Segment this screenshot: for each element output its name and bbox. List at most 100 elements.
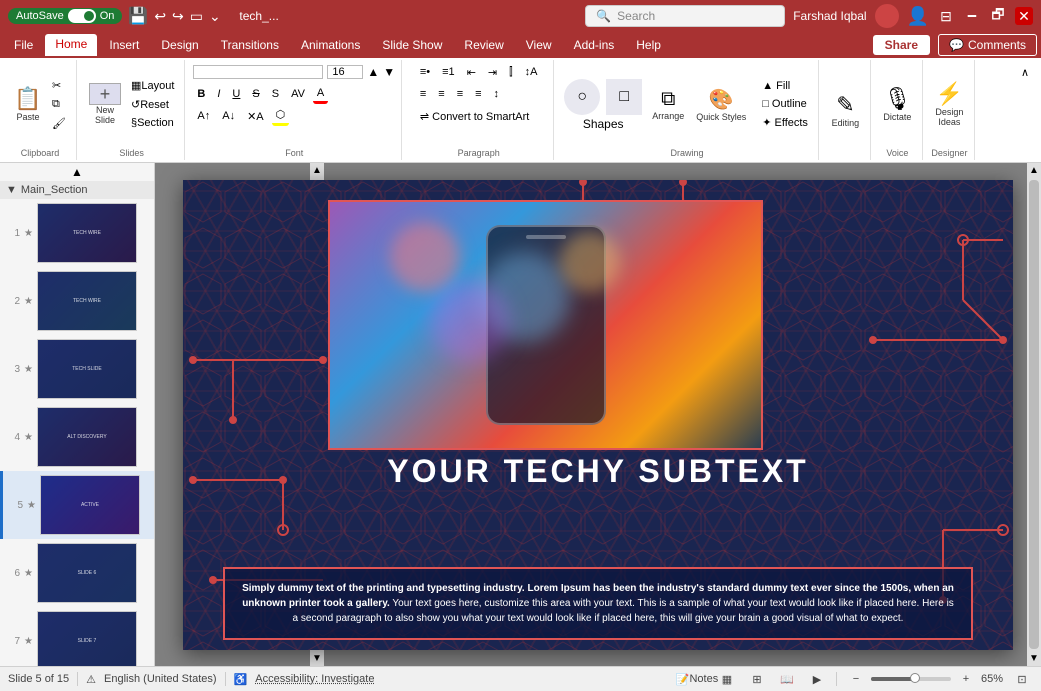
zoom-level[interactable]: 65%: [981, 673, 1003, 685]
notes-button[interactable]: 📝 Notes: [686, 668, 708, 690]
menu-transitions[interactable]: Transitions: [211, 35, 289, 55]
decrease-size-button[interactable]: A↓: [218, 108, 239, 124]
dictate-button[interactable]: 🎙 Dictate: [879, 84, 915, 124]
right-scroll-thumb[interactable]: [1029, 180, 1039, 649]
font-size-input[interactable]: [327, 65, 363, 79]
present-icon[interactable]: ▭: [190, 8, 203, 25]
shape-rect-button[interactable]: □: [606, 79, 642, 115]
fit-slide-button[interactable]: ⊡: [1011, 668, 1033, 690]
ribbon-toggle-button[interactable]: ⊟: [937, 7, 955, 25]
menu-insert[interactable]: Insert: [99, 35, 149, 55]
cut-button[interactable]: ✂: [48, 77, 70, 94]
shape-outline-button[interactable]: □ Outline: [758, 96, 812, 112]
increase-size-button[interactable]: A↑: [193, 108, 214, 124]
right-scroll[interactable]: ▲ ▼: [1027, 163, 1041, 666]
zoom-in-button[interactable]: +: [955, 668, 977, 690]
layout-button[interactable]: ▦ Layout: [127, 77, 178, 94]
save-icon[interactable]: 💾: [128, 6, 148, 26]
bold-button[interactable]: B: [193, 86, 209, 102]
restore-button[interactable]: 🗗: [989, 7, 1007, 25]
indent-more-button[interactable]: ⇥: [484, 64, 501, 81]
more-icon[interactable]: ⌄: [209, 8, 221, 25]
format-painter-button[interactable]: 🖌: [48, 115, 70, 132]
paste-button[interactable]: 📋 Paste: [10, 84, 46, 124]
slideshow-button[interactable]: ▶: [806, 668, 828, 690]
menu-design[interactable]: Design: [151, 35, 208, 55]
comments-button[interactable]: 💬 Comments: [938, 34, 1037, 56]
text-direction-button[interactable]: ↕A: [521, 64, 542, 80]
align-center-button[interactable]: ≡: [434, 86, 448, 102]
redo-icon[interactable]: ↪: [172, 8, 184, 25]
shape-effects-button[interactable]: ✦ Effects: [758, 114, 812, 131]
slide-thumb-6[interactable]: 6 ★ SLIDE 6: [0, 539, 154, 607]
slide-sorter-button[interactable]: ⊞: [746, 668, 768, 690]
right-scroll-top[interactable]: ▲: [1027, 163, 1041, 178]
slide-thumb-4[interactable]: 4 ★ ALT DISCOVERY: [0, 403, 154, 471]
scroll-bottom-button[interactable]: ▼: [310, 651, 324, 666]
accessibility-status[interactable]: Accessibility: Investigate: [255, 673, 374, 685]
menu-help[interactable]: Help: [626, 35, 671, 55]
font-name-input[interactable]: [193, 65, 323, 79]
reset-button[interactable]: ↺ Reset: [127, 96, 178, 113]
menu-addins[interactable]: Add-ins: [564, 35, 625, 55]
clear-format-button[interactable]: ✕A: [243, 108, 268, 125]
right-scroll-bottom[interactable]: ▼: [1027, 651, 1041, 666]
normal-view-button[interactable]: ▦: [716, 668, 738, 690]
quick-styles-button[interactable]: 🎨 Quick Styles: [692, 85, 750, 124]
strikethrough-button[interactable]: S: [248, 86, 263, 102]
shadow-button[interactable]: S: [268, 86, 283, 102]
char-spacing-button[interactable]: AV: [287, 86, 309, 102]
arrange-button[interactable]: ⧉ Arrange: [648, 86, 688, 123]
italic-button[interactable]: I: [213, 86, 224, 102]
slide-thumb-7[interactable]: 7 ★ SLIDE 7: [0, 607, 154, 666]
zoom-slider[interactable]: [871, 677, 951, 681]
slide-thumb-1[interactable]: 1 ★ TECH WIRE: [0, 199, 154, 267]
slide-body-box[interactable]: Simply dummy text of the printing and ty…: [223, 567, 973, 640]
align-right-button[interactable]: ≡: [453, 86, 467, 102]
zoom-thumb[interactable]: [910, 673, 920, 683]
autosave-toggle[interactable]: [68, 9, 96, 23]
close-button[interactable]: ✕: [1015, 7, 1033, 25]
bullet-list-button[interactable]: ≡•: [416, 64, 434, 80]
menu-home[interactable]: Home: [45, 34, 97, 56]
menu-file[interactable]: File: [4, 35, 43, 55]
minimize-button[interactable]: 🗕: [963, 7, 981, 25]
scroll-top-button[interactable]: ▲: [310, 163, 324, 178]
number-list-button[interactable]: ≡1: [438, 64, 459, 80]
editing-button[interactable]: ✎ Editing: [827, 90, 863, 130]
search-box[interactable]: 🔍 Search: [585, 5, 785, 27]
collapse-ribbon-button[interactable]: ∧: [1017, 64, 1033, 81]
section-label[interactable]: ▼ Main_Section: [0, 181, 154, 199]
slide-title[interactable]: YOUR TECHY SUBTEXT: [183, 453, 1013, 490]
columns-button[interactable]: ⫿: [505, 64, 517, 81]
reading-view-button[interactable]: 📖: [776, 668, 798, 690]
convert-smartart-button[interactable]: ⇌ Convert to SmartArt: [416, 108, 533, 125]
zoom-out-button[interactable]: −: [845, 668, 867, 690]
indent-less-button[interactable]: ⇤: [463, 64, 480, 81]
autosave-badge[interactable]: AutoSave On: [8, 8, 122, 24]
slide-thumb-5[interactable]: 5 ★ ACTIVE: [0, 471, 154, 539]
share-button[interactable]: Share: [873, 35, 930, 55]
menu-review[interactable]: Review: [454, 35, 513, 55]
line-spacing-button[interactable]: ↕: [490, 86, 504, 102]
underline-button[interactable]: U: [228, 86, 244, 102]
new-slide-button[interactable]: + NewSlide: [85, 81, 125, 127]
slide-thumb-3[interactable]: 3 ★ TECH SLIDE: [0, 335, 154, 403]
menu-slideshow[interactable]: Slide Show: [372, 35, 452, 55]
design-ideas-button[interactable]: ⚡ DesignIdeas: [931, 79, 967, 129]
slide-thumb-2[interactable]: 2 ★ TECH WIRE: [0, 267, 154, 335]
copy-button[interactable]: ⧉: [48, 96, 70, 113]
undo-icon[interactable]: ↩: [154, 8, 166, 25]
shape-fill-button[interactable]: ▲ Fill: [758, 78, 812, 94]
menu-view[interactable]: View: [516, 35, 562, 55]
shape-oval-button[interactable]: ○: [564, 79, 600, 115]
scroll-up-button[interactable]: ▲: [0, 163, 154, 181]
highlight-button[interactable]: ⬡: [272, 106, 290, 126]
menu-animations[interactable]: Animations: [291, 35, 370, 55]
font-size-down-icon[interactable]: ▼: [383, 65, 395, 79]
section-button[interactable]: § Section: [127, 115, 178, 131]
justify-button[interactable]: ≡: [471, 86, 485, 102]
align-left-button[interactable]: ≡: [416, 86, 430, 102]
font-color-button[interactable]: A: [313, 85, 328, 104]
font-size-up-icon[interactable]: ▲: [367, 65, 379, 79]
